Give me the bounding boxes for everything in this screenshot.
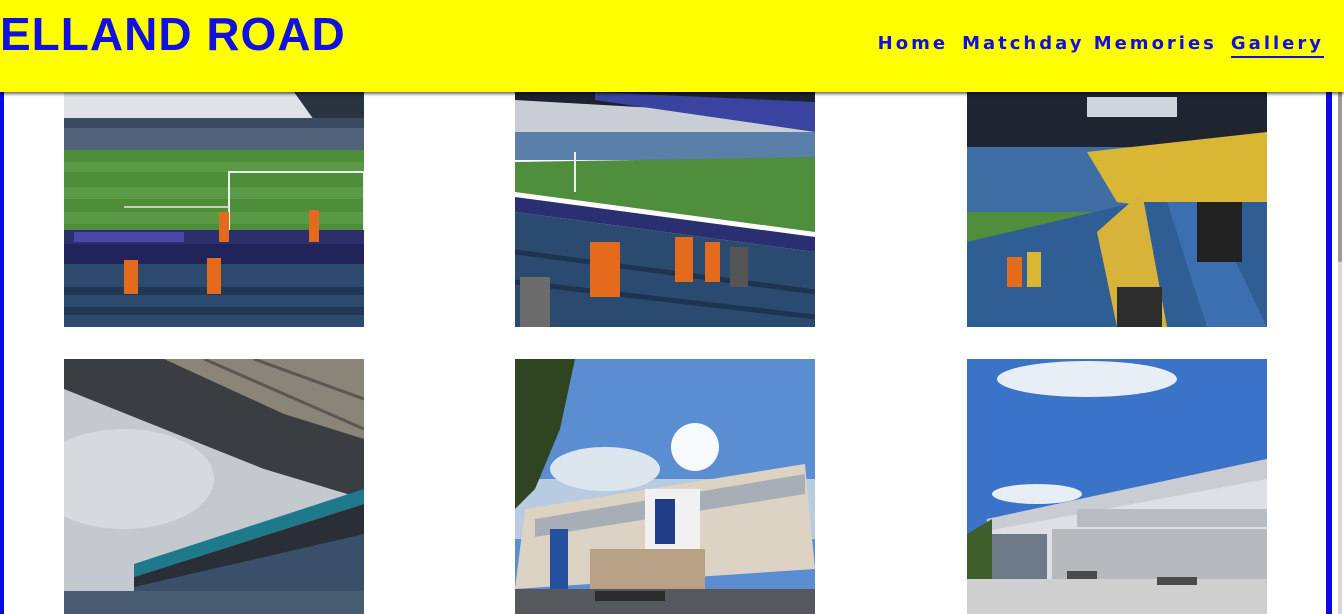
site-title[interactable]: ELLAND ROAD [0,8,346,60]
right-frame-border [1326,0,1332,614]
nav-home[interactable]: Home [878,33,948,58]
nav-gallery[interactable]: Gallery [1230,33,1324,58]
gallery-photo-3[interactable] [967,92,1267,327]
site-header: ELLAND ROAD Home Matchday Memories Galle… [0,0,1344,92]
page: ELLAND ROAD Home Matchday Memories Galle… [0,0,1344,614]
main-nav: Home Matchday Memories Gallery [878,33,1324,58]
gallery-photo-5[interactable] [515,359,815,614]
left-frame-border [0,0,4,614]
gallery-photo-6[interactable] [967,359,1267,614]
vertical-scrollbar[interactable] [1338,92,1342,614]
scrollbar-thumb[interactable] [1338,92,1342,262]
gallery-photo-2[interactable] [515,92,815,327]
gallery-photo-4[interactable] [64,359,364,614]
nav-matchday-memories[interactable]: Matchday Memories [962,33,1217,58]
gallery-photo-1[interactable] [64,92,364,327]
